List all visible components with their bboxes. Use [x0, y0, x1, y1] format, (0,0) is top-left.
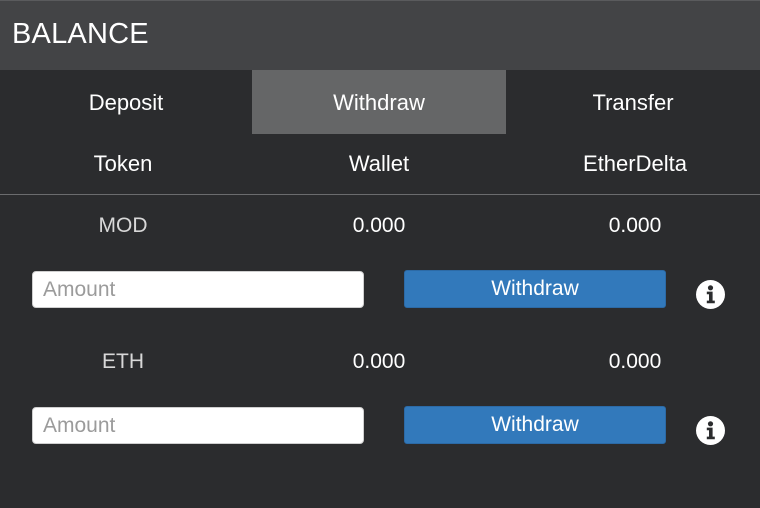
column-header-token: Token [93, 151, 153, 176]
header-divider [0, 194, 760, 195]
amount-input[interactable] [32, 271, 364, 308]
tab-withdraw[interactable]: Withdraw [252, 70, 506, 134]
info-circle-icon[interactable] [695, 279, 726, 310]
tab-transfer[interactable]: Transfer [506, 70, 760, 134]
tab-deposit[interactable]: Deposit [0, 70, 252, 134]
wallet-balance: 0.000 [352, 214, 406, 237]
amount-input[interactable] [32, 407, 364, 444]
withdraw-button[interactable]: Withdraw [404, 270, 666, 308]
withdraw-button[interactable]: Withdraw [404, 406, 666, 444]
etherdelta-balance: 0.000 [608, 350, 662, 373]
column-headers: Token Wallet EtherDelta [0, 134, 760, 194]
token-symbol: MOD [98, 214, 148, 237]
token-symbol: ETH [102, 350, 144, 373]
wallet-balance: 0.000 [352, 350, 406, 373]
column-header-wallet: Wallet [348, 151, 410, 176]
balance-tabs: Deposit Withdraw Transfer [0, 70, 760, 134]
balance-panel: BALANCE Deposit Withdraw Transfer Token … [0, 0, 760, 508]
etherdelta-balance: 0.000 [608, 214, 662, 237]
panel-title: BALANCE [12, 18, 149, 50]
info-circle-icon[interactable] [695, 415, 726, 446]
column-header-etherdelta: EtherDelta [583, 151, 687, 176]
panel-header: BALANCE [0, 0, 760, 70]
